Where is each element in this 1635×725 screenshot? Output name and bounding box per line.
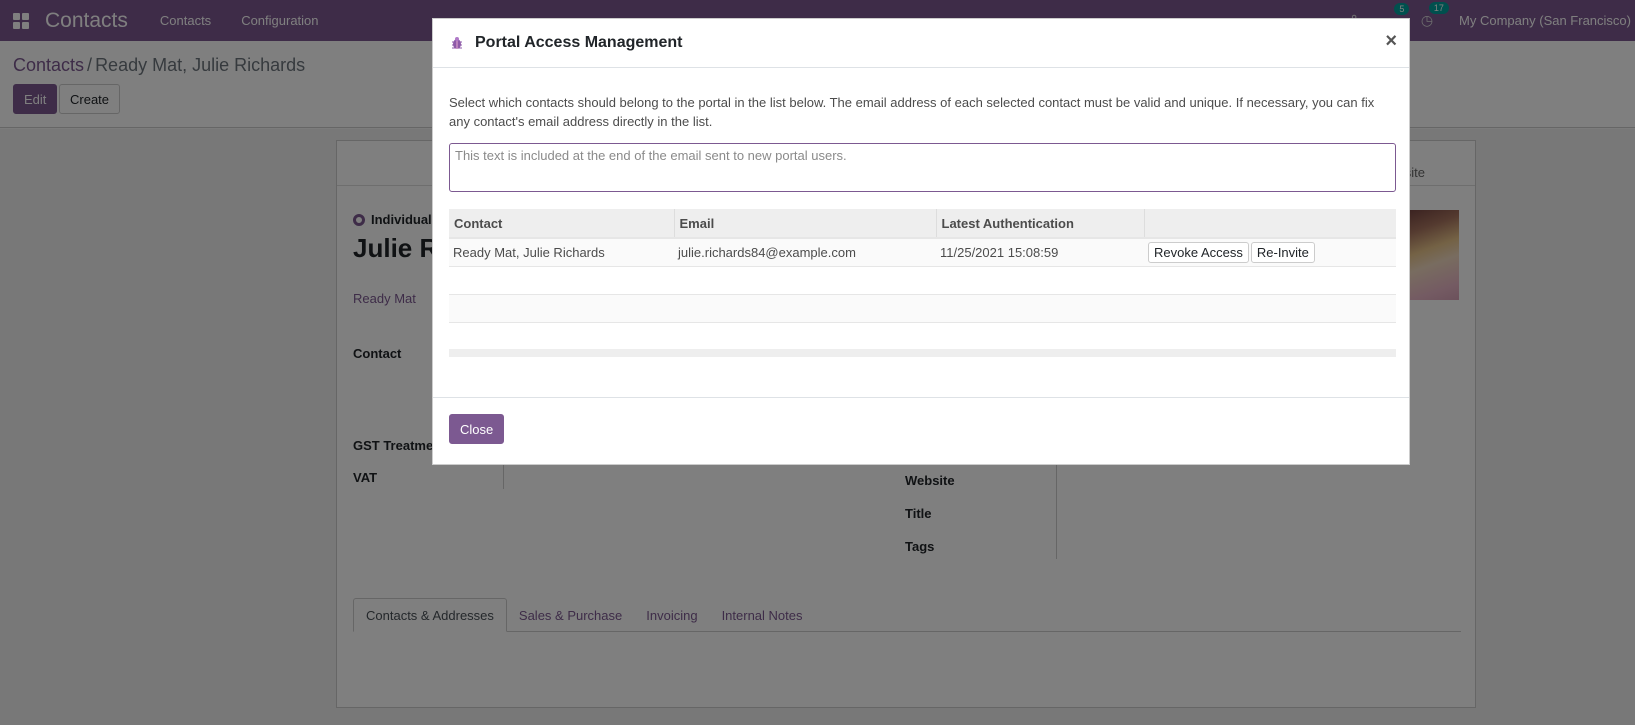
cell-contact[interactable]: Ready Mat, Julie Richards xyxy=(449,238,674,267)
cell-email[interactable]: julie.richards84@example.com xyxy=(674,238,936,267)
empty-row xyxy=(449,294,1396,323)
modal-description: Select which contacts should belong to t… xyxy=(449,95,1375,129)
cell-actions: Revoke Access Re-Invite xyxy=(1144,238,1396,267)
table-footer xyxy=(449,349,1396,357)
portal-users-table: Contact Email Latest Authentication Read… xyxy=(449,209,1396,350)
column-header-actions xyxy=(1144,209,1396,239)
modal-header: Portal Access Management × xyxy=(433,19,1409,68)
portal-access-dialog: Portal Access Management × Select which … xyxy=(432,18,1410,465)
modal-footer: Close xyxy=(433,397,1409,466)
column-header-latest-authentication[interactable]: Latest Authentication xyxy=(936,209,1145,239)
cell-latest-authentication: 11/25/2021 15:08:59 xyxy=(936,238,1144,267)
revoke-access-button[interactable]: Revoke Access xyxy=(1148,241,1249,263)
debug-bug-icon xyxy=(449,35,465,51)
close-button[interactable]: Close xyxy=(449,414,505,444)
welcome-message-input[interactable] xyxy=(449,143,1396,192)
empty-row xyxy=(449,266,1396,295)
re-invite-button[interactable]: Re-Invite xyxy=(1250,241,1315,263)
close-icon[interactable]: × xyxy=(1385,31,1397,51)
column-header-contact[interactable]: Contact xyxy=(449,209,675,239)
empty-row xyxy=(449,322,1396,350)
modal-title: Portal Access Management xyxy=(475,34,683,51)
column-header-email[interactable]: Email xyxy=(674,209,937,239)
table-header-row: Contact Email Latest Authentication xyxy=(449,209,1396,239)
table-row[interactable]: Ready Mat, Julie Richards julie.richards… xyxy=(449,238,1396,267)
